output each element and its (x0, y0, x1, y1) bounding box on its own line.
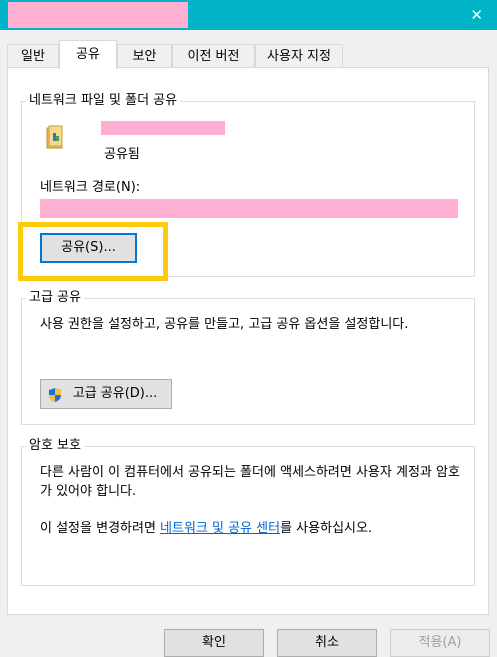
sharing-panel: 네트워크 파일 및 폴더 공유 공유됨 네트워크 경로(N): 공유(S)...… (7, 67, 489, 615)
advanced-sharing-button[interactable]: 고급 공유(D)... (40, 379, 172, 409)
advanced-sharing-description: 사용 권한을 설정하고, 공유를 만들고, 고급 공유 옵션을 설정합니다. (40, 317, 409, 332)
share-status: 공유됨 (104, 147, 140, 162)
folder-name-redaction (101, 121, 225, 135)
password-protection-legend: 암호 보호 (26, 438, 84, 454)
cancel-button[interactable]: 취소 (277, 629, 377, 657)
password-change-instruction: 이 설정을 변경하려면 네트워크 및 공유 센터를 사용하십시오. (40, 519, 460, 538)
tab-customize[interactable]: 사용자 지정 (255, 44, 343, 68)
ok-button[interactable]: 확인 (164, 629, 264, 657)
network-sharing-legend: 네트워크 파일 및 폴더 공유 (26, 93, 181, 109)
share-button-highlight (18, 222, 168, 281)
password-protection-description: 다른 사람이 이 컴퓨터에서 공유되는 폴더에 액세스하려면 사용자 계정과 암… (40, 465, 460, 499)
advanced-sharing-group: 고급 공유 사용 권한을 설정하고, 공유를 만들고, 고급 공유 옵션을 설정… (21, 290, 475, 425)
tab-previous-versions[interactable]: 이전 버전 (172, 44, 255, 68)
apply-button[interactable]: 적용(A) (390, 629, 490, 657)
close-icon[interactable]: ✕ (470, 5, 483, 25)
tab-general[interactable]: 일반 (7, 44, 59, 68)
password-change-suffix: 를 사용하십시오. (280, 521, 373, 536)
password-protection-group: 암호 보호 다른 사람이 이 컴퓨터에서 공유되는 폴더에 액세스하려면 사용자… (21, 438, 475, 586)
network-path-label: 네트워크 경로(N): (40, 180, 141, 195)
title-bar: ✕ (0, 0, 497, 30)
advanced-sharing-button-label: 고급 공유(D)... (72, 386, 158, 401)
title-redaction (8, 2, 188, 28)
advanced-sharing-legend: 고급 공유 (26, 290, 84, 306)
password-change-prefix: 이 설정을 변경하려면 (40, 521, 161, 536)
shared-folder-icon (46, 125, 63, 149)
uac-shield-icon (49, 388, 61, 402)
network-sharing-center-link[interactable]: 네트워크 및 공유 센터 (160, 521, 280, 536)
tab-security[interactable]: 보안 (117, 44, 172, 68)
network-path-redaction (40, 199, 458, 218)
tab-sharing[interactable]: 공유 (59, 40, 117, 69)
